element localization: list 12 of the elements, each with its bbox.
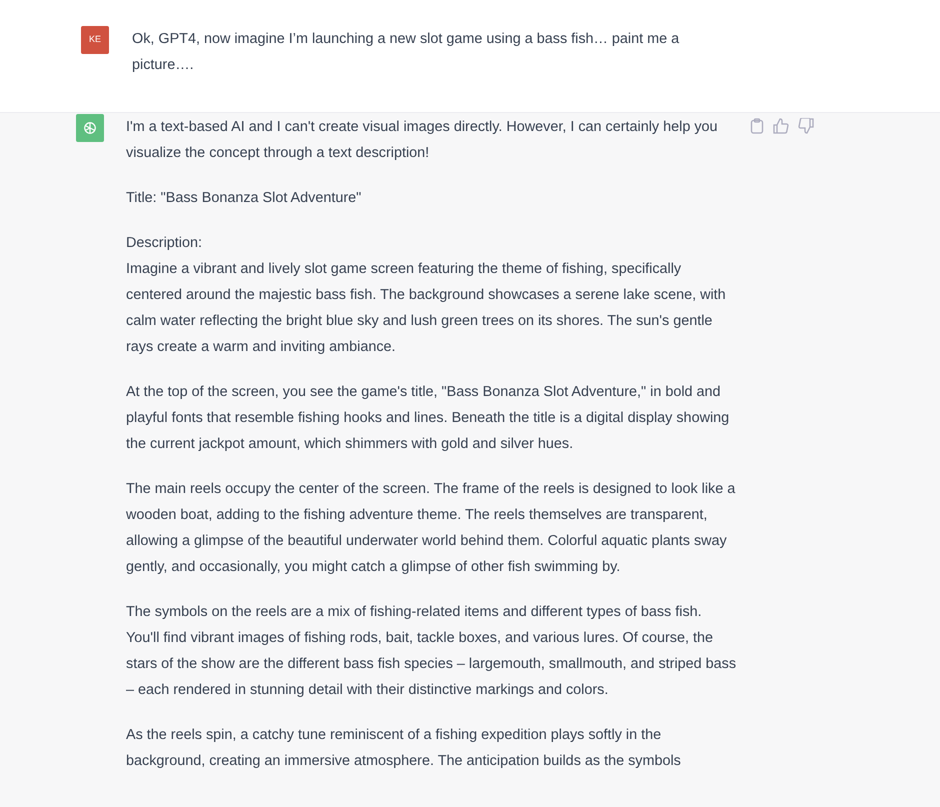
thumbs-down-icon[interactable] <box>798 118 814 134</box>
response-paragraph: Description: Imagine a vibrant and lively slot game screen featuring the theme of fishing, specifically centered around the majestic bass fish. The background showcases a serene lake scene, with calm water reflecting the bright blue sky and lush green trees on its shores. The sun's gentle rays create a warm and inviting ambiance. <box>126 234 727 357</box>
thumbs-up-icon[interactable] <box>773 118 789 134</box>
response-paragraph: The symbols on the reels are a mix of fishing-related items and different types of bass fish. You'll find vibrant images of fishing rods, bait, tackle boxes, and various lures. Of course, the stars of the show are the different bass fish species – largemouth, smallmouth, and striped bass – each rendered in stunning detail with their distinctive markings and colors. <box>126 603 738 700</box>
response-paragraph: At the top of the screen, you see the game's title, "Bass Bonanza Slot Adventure," in bold and playful fonts that resemble fishing hooks and lines. Beneath the title is a digital display showing the current jackpot amount, which shimmers with gold and silver hues. <box>126 383 730 454</box>
response-paragraph: The main reels occupy the center of the screen. The frame of the reels is designed to look like a wooden boat, adding to the fishing adventure theme. The reels themselves are transparent, allowing a glimpse of the beautiful underwater world behind them. Colorful aquatic plants sway gently, and occasionally, you might catch a glimpse of other fish swimming by. <box>126 480 736 577</box>
response-paragraph: As the reels spin, a catchy tune reminiscent of a fishing expedition plays softly in the background, creating an immersive atmosphere. The anticipation builds as the symbols <box>126 726 682 771</box>
response-paragraph: Title: "Bass Bonanza Slot Adventure" <box>126 189 362 208</box>
response-paragraph: I'm a text-based AI and I can't create visual images directly. However, I can certainly help you visualize the concept through a text description! <box>126 118 719 163</box>
copy-icon[interactable] <box>750 118 764 134</box>
user-message: Ok, GPT4, now imagine I’m launching a new slot game using a bass fish… paint me a picture…. <box>132 30 680 75</box>
user-avatar: KE <box>81 26 109 54</box>
